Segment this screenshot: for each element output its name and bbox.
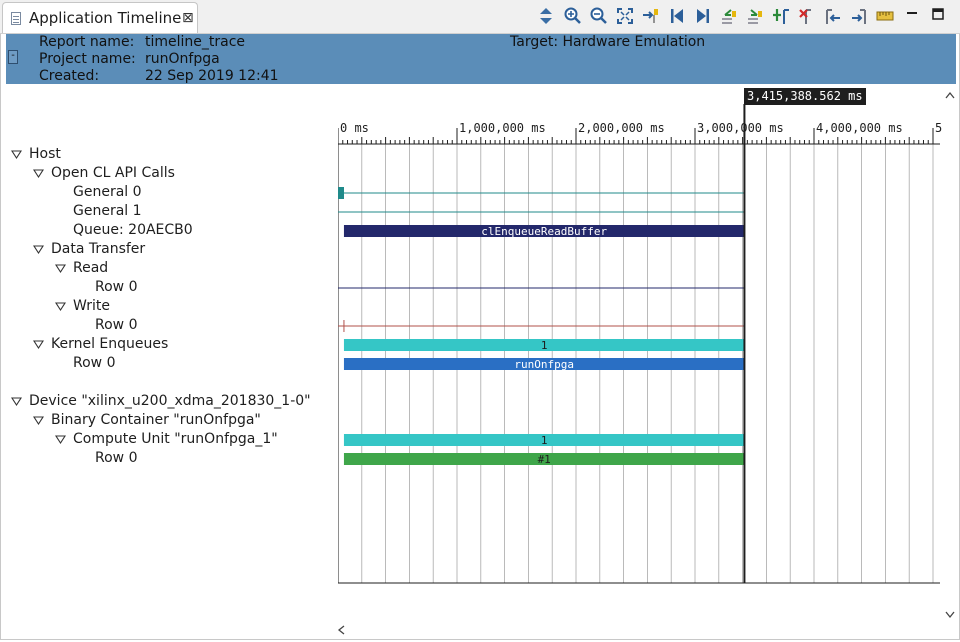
tree-label: Data Transfer bbox=[51, 241, 146, 257]
horizontal-scrollbar[interactable] bbox=[334, 622, 942, 638]
tree-label: Compute Unit "runOnfpga_1" bbox=[73, 431, 278, 447]
tree-label: Binary Container "runOnfpga" bbox=[51, 412, 261, 428]
previous-event-icon[interactable] bbox=[719, 6, 739, 26]
zoom-fit-icon[interactable] bbox=[615, 6, 635, 26]
queue-bar-label: clEnqueueReadBuffer bbox=[481, 225, 607, 238]
marker-time-label[interactable]: 3,415,388.562 ms bbox=[744, 88, 866, 105]
minimize-icon[interactable] bbox=[904, 6, 920, 22]
expand-collapse-icon[interactable] bbox=[536, 6, 556, 26]
target-info: Target: Hardware Emulation bbox=[510, 34, 705, 50]
tree-label: Row 0 bbox=[95, 450, 138, 466]
tree-label: General 0 bbox=[73, 184, 142, 200]
created-label: Created: bbox=[39, 68, 100, 84]
tree-node-cu-row-0[interactable]: Row 0 bbox=[95, 449, 137, 468]
document-icon bbox=[11, 12, 21, 25]
tree-node-write-row-0[interactable]: Row 0 bbox=[95, 316, 137, 335]
jump-to-marker-icon[interactable] bbox=[641, 6, 661, 26]
view-tab-bar: Application Timeline ⊠ bbox=[0, 0, 960, 34]
tab-title: Application Timeline bbox=[29, 9, 182, 27]
close-tab-icon[interactable]: ⊠ bbox=[182, 10, 194, 26]
report-info-banner: - Report name: timeline_trace Project na… bbox=[6, 34, 956, 84]
tree-label: Kernel Enqueues bbox=[51, 336, 169, 352]
expand-triangle-icon[interactable] bbox=[33, 339, 44, 350]
tree-node-read-row-0[interactable]: Row 0 bbox=[95, 278, 137, 297]
add-marker-icon[interactable] bbox=[771, 6, 791, 26]
tree-label: General 1 bbox=[73, 203, 142, 219]
general-0-event-bar bbox=[338, 187, 344, 199]
expand-triangle-icon[interactable] bbox=[11, 149, 22, 160]
next-event-icon[interactable] bbox=[745, 6, 765, 26]
axis-tick-label: 0 ms bbox=[340, 121, 369, 135]
align-right-icon[interactable] bbox=[849, 6, 869, 26]
align-left-icon[interactable] bbox=[823, 6, 843, 26]
maximize-icon[interactable] bbox=[930, 6, 946, 22]
tree-label: Read bbox=[73, 260, 109, 276]
expand-triangle-icon[interactable] bbox=[33, 244, 44, 255]
expand-triangle-icon[interactable] bbox=[33, 415, 44, 426]
report-name-label: Report name: bbox=[39, 34, 135, 50]
axis-tick-label: 5 bbox=[935, 121, 942, 135]
tree-label: Host bbox=[29, 146, 61, 162]
cu-row-bar-label: #1 bbox=[538, 453, 551, 466]
project-name-value: runOnfpga bbox=[145, 51, 220, 67]
tree-node-kernel-row-0[interactable]: Row 0 bbox=[73, 354, 115, 373]
tree-label: Queue: 20AECB0 bbox=[73, 222, 193, 238]
kernel-enqueue-bar-label: 1 bbox=[541, 339, 548, 352]
tree-label: Row 0 bbox=[95, 279, 138, 295]
application-timeline-tab[interactable]: Application Timeline ⊠ bbox=[2, 2, 198, 33]
tree-label: Device "xilinx_u200_xdma_201830_1-0" bbox=[29, 393, 311, 409]
compute-unit-bar-label: 1 bbox=[541, 434, 548, 447]
collapse-banner-icon[interactable]: - bbox=[8, 50, 18, 64]
first-event-icon[interactable] bbox=[667, 6, 687, 26]
target-label: Target: bbox=[510, 34, 559, 50]
project-name-label: Project name: bbox=[39, 51, 136, 67]
expand-triangle-icon[interactable] bbox=[55, 434, 66, 445]
created-value: 22 Sep 2019 12:41 bbox=[145, 68, 279, 84]
axis-tick-label: 2,000,000 ms bbox=[578, 121, 665, 135]
ruler-icon[interactable] bbox=[875, 6, 895, 26]
last-event-icon[interactable] bbox=[693, 6, 713, 26]
zoom-out-icon[interactable] bbox=[589, 6, 609, 26]
axis-tick-label: 1,000,000 ms bbox=[459, 121, 546, 135]
tree-label: Row 0 bbox=[95, 317, 138, 333]
remove-marker-icon[interactable] bbox=[797, 6, 817, 26]
kernel-row-bar-label: runOnfpga bbox=[514, 358, 574, 371]
tree-label: Write bbox=[73, 298, 110, 314]
tree-node-general-1[interactable]: General 1 bbox=[73, 202, 142, 221]
axis-tick-label: 4,000,000 ms bbox=[816, 121, 903, 135]
expand-triangle-icon[interactable] bbox=[55, 301, 66, 312]
vertical-scrollbar[interactable] bbox=[942, 86, 958, 626]
expand-triangle-icon[interactable] bbox=[55, 263, 66, 274]
tree-label: Open CL API Calls bbox=[51, 165, 175, 181]
tree-node-general-0[interactable]: General 0 bbox=[73, 183, 142, 202]
tree-node-queue[interactable]: Queue: 20AECB0 bbox=[73, 221, 193, 240]
report-name-value: timeline_trace bbox=[145, 34, 246, 50]
tree-label: Row 0 bbox=[73, 355, 116, 371]
expand-triangle-icon[interactable] bbox=[33, 168, 44, 179]
zoom-in-icon[interactable] bbox=[563, 6, 583, 26]
axis-tick-label: 3,000,000 ms bbox=[697, 121, 784, 135]
timeline-canvas[interactable]: 0 ms 1,000,000 ms 2,000,000 ms 3,000,000 ms… bbox=[338, 86, 942, 586]
target-value: Hardware Emulation bbox=[562, 34, 706, 50]
expand-triangle-icon[interactable] bbox=[11, 396, 22, 407]
